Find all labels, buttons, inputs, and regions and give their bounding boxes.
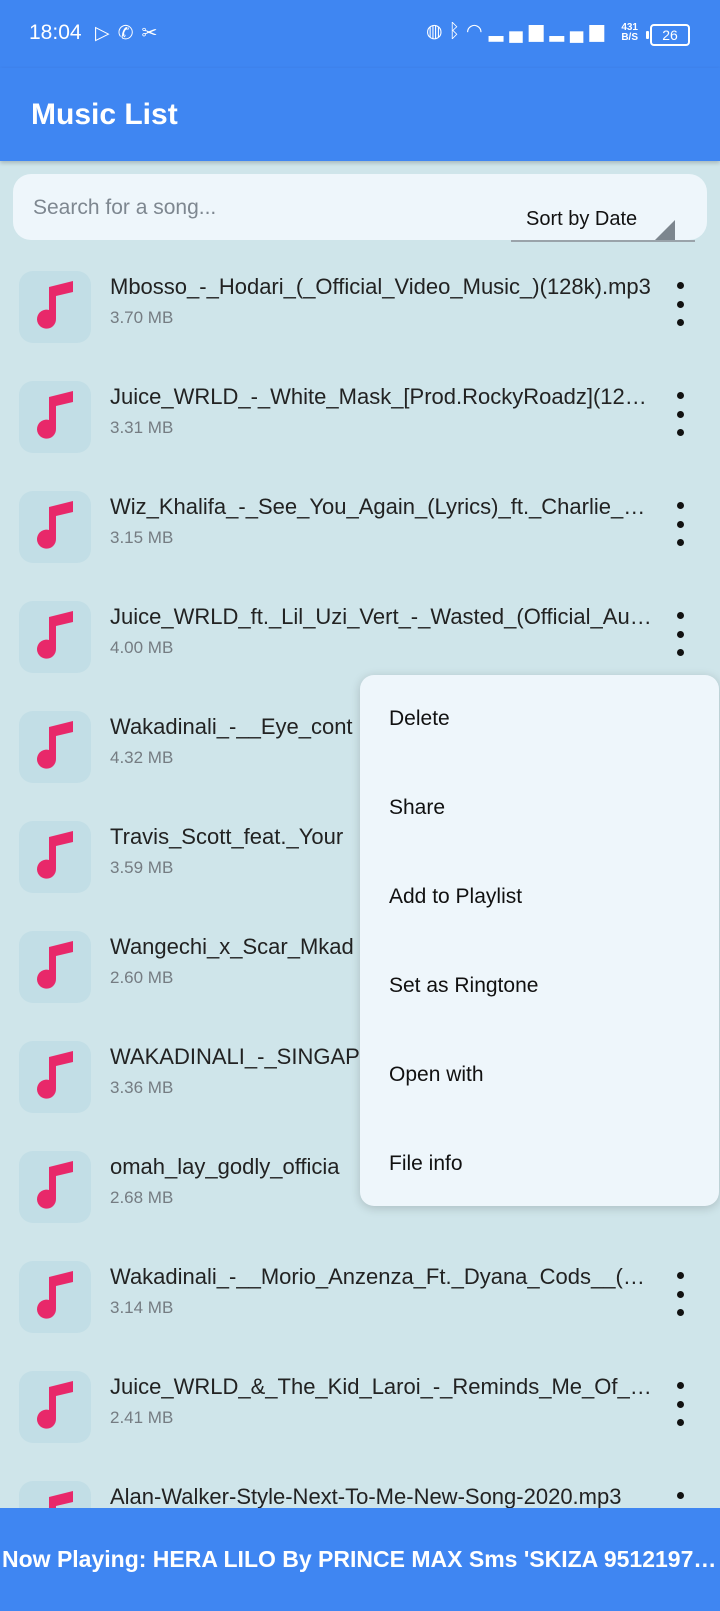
play-store-icon: ▷ (95, 23, 118, 44)
more-options-icon[interactable] (664, 612, 696, 656)
song-title: Wakadinali_-__Morio_Anzenza_Ft._Dyana_Co… (110, 1264, 652, 1289)
song-row[interactable]: Juice_WRLD_&_The_Kid_Laroi_-_Reminds_Me_… (0, 1352, 720, 1462)
whatsapp-icon: ✆ (117, 23, 142, 44)
more-options-icon[interactable] (664, 502, 696, 546)
music-note-icon (19, 711, 91, 783)
music-note-icon (19, 491, 91, 563)
song-size: 3.14 MB (110, 1298, 174, 1317)
song-size: 3.36 MB (110, 1078, 174, 1097)
song-size: 3.31 MB (110, 418, 174, 437)
dropdown-arrow-icon (655, 220, 675, 240)
menu-item-file-info[interactable]: File info (360, 1120, 719, 1209)
signal-icon: ▂▄▆ (488, 21, 550, 42)
capcut-icon: ✂ (141, 23, 166, 44)
song-size: 3.70 MB (110, 308, 174, 327)
music-note-icon (19, 1041, 91, 1113)
song-size: 2.60 MB (110, 968, 174, 987)
song-size: 3.15 MB (110, 528, 174, 547)
song-size: 2.41 MB (110, 1408, 174, 1427)
net-speed: 431 B/S (621, 23, 638, 43)
menu-item-label: Open with (389, 1063, 484, 1086)
more-options-icon[interactable] (664, 1272, 696, 1316)
song-row[interactable]: Wakadinali_-__Morio_Anzenza_Ft._Dyana_Co… (0, 1242, 720, 1352)
context-menu: Delete Share Add to Playlist Set as Ring… (360, 675, 719, 1206)
app-bar: Music List (0, 68, 720, 161)
now-playing-bar[interactable]: Now Playing: HERA LILO By PRINCE MAX Sms… (0, 1508, 720, 1611)
search-input[interactable] (31, 174, 475, 242)
song-row[interactable]: Juice_WRLD_-_White_Mask_[Prod.RockyRoadz… (0, 362, 720, 472)
menu-item-add-to-playlist[interactable]: Add to Playlist (360, 853, 719, 942)
song-title: Wiz_Khalifa_-_See_You_Again_(Lyrics)_ft.… (110, 494, 652, 519)
song-size: 3.59 MB (110, 858, 174, 877)
menu-item-label: Add to Playlist (389, 885, 523, 908)
menu-item-label: Share (389, 796, 446, 819)
page-title: Music List (31, 98, 178, 131)
music-note-icon (19, 821, 91, 893)
sort-dropdown[interactable]: Sort by Date (511, 196, 695, 242)
song-size: 2.68 MB (110, 1188, 174, 1207)
menu-item-label: Delete (389, 707, 450, 730)
song-title: Juice_WRLD_ft._Lil_Uzi_Vert_-_Wasted_(Of… (110, 604, 652, 629)
song-row[interactable]: Wiz_Khalifa_-_See_You_Again_(Lyrics)_ft.… (0, 472, 720, 582)
music-note-icon (19, 271, 91, 343)
sort-label: Sort by Date (526, 208, 638, 230)
now-playing-text: Now Playing: HERA LILO By PRINCE MAX Sms… (2, 1546, 718, 1572)
more-options-icon[interactable] (664, 1382, 696, 1426)
song-title: Juice_WRLD_&_The_Kid_Laroi_-_Reminds_Me_… (110, 1374, 652, 1399)
menu-item-share[interactable]: Share (360, 764, 719, 853)
notification-icons: ▷✆✂ (95, 22, 165, 45)
menu-item-delete[interactable]: Delete (360, 675, 719, 764)
song-size: 4.00 MB (110, 638, 174, 657)
messenger-icon: ◍ (426, 21, 449, 42)
menu-item-label: Set as Ringtone (389, 974, 539, 997)
bluetooth-icon: ᛒ (448, 21, 467, 42)
status-bar: 18:04 ▷✆✂ ◍ᛒ◠▂▄▆▂▄▆ 431 B/S 26 (0, 0, 720, 68)
system-icons: ◍ᛒ◠▂▄▆▂▄▆ (426, 20, 610, 43)
search-container: Sort by Date (13, 174, 707, 242)
menu-item-set-as-ringtone[interactable]: Set as Ringtone (360, 942, 719, 1031)
music-note-icon (19, 1261, 91, 1333)
song-row[interactable]: Mbosso_-_Hodari_(_Official_Video_Music_)… (0, 252, 720, 362)
song-title: Alan-Walker-Style-Next-To-Me-New-Song-20… (110, 1484, 622, 1509)
wifi-icon: ◠ (466, 21, 489, 42)
music-note-icon (19, 1371, 91, 1443)
music-note-icon (19, 931, 91, 1003)
signal-icon: ▂▄▆ (549, 21, 610, 42)
music-note-icon (19, 601, 91, 673)
music-note-icon (19, 1151, 91, 1223)
song-size: 4.32 MB (110, 748, 174, 767)
menu-item-open-with[interactable]: Open with (360, 1031, 719, 1120)
more-options-icon[interactable] (664, 392, 696, 436)
battery-icon: 26 (646, 24, 690, 46)
menu-item-label: File info (389, 1152, 463, 1175)
status-time: 18:04 (29, 21, 82, 44)
song-title: Mbosso_-_Hodari_(_Official_Video_Music_)… (110, 274, 651, 299)
song-title: Juice_WRLD_-_White_Mask_[Prod.RockyRoadz… (110, 384, 652, 409)
net-speed-unit: B/S (621, 32, 638, 43)
music-note-icon (19, 381, 91, 453)
more-options-icon[interactable] (664, 282, 696, 326)
